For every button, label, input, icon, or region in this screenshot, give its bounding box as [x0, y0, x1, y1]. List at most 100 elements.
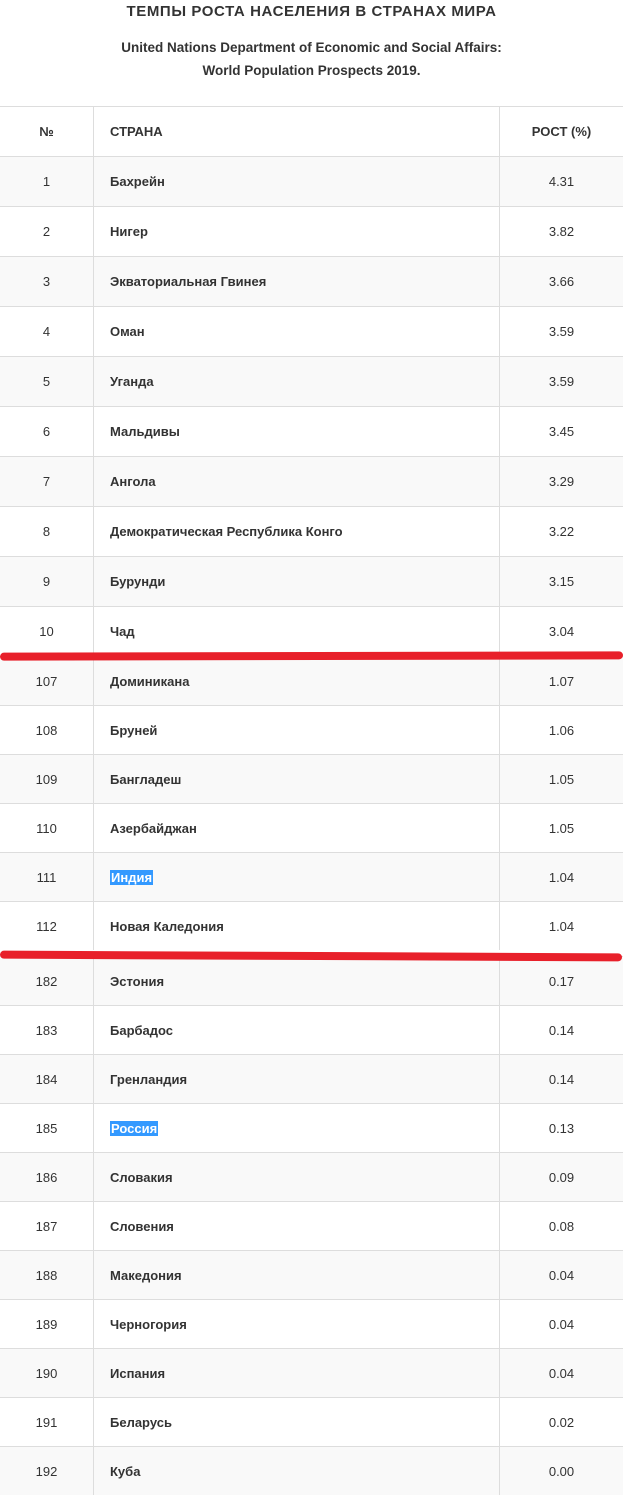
table-row: 7 Ангола 3.29 [0, 456, 623, 506]
table-row: 108 Бруней 1.06 [0, 705, 623, 754]
selected-country-text[interactable]: Россия [110, 1120, 159, 1136]
table-row: 9 Бурунди 3.15 [0, 556, 623, 606]
row-country: Беларусь [93, 1398, 499, 1446]
row-growth-value: 0.14 [499, 1006, 623, 1054]
row-country: Доминикана [93, 657, 499, 705]
row-growth-value: 4.31 [499, 157, 623, 206]
table-row: 10 Чад 3.04 [0, 606, 623, 656]
table-row: 191 Беларусь 0.02 [0, 1397, 623, 1446]
column-header-number[interactable]: № [0, 107, 93, 156]
row-growth-value: 3.29 [499, 457, 623, 506]
row-country: Словакия [93, 1153, 499, 1201]
table-row: 192 Куба 0.00 [0, 1446, 623, 1495]
row-country: Нигер [93, 207, 499, 256]
row-country: Чад [93, 607, 499, 656]
table-row: 184 Гренландия 0.14 [0, 1054, 623, 1103]
table-row: 110 Азербайджан 1.05 [0, 803, 623, 852]
row-country: Барбадос [93, 1006, 499, 1054]
row-growth-value: 3.59 [499, 357, 623, 406]
row-country: Оман [93, 307, 499, 356]
table-header-row: № СТРАНА РОСТ (%) [0, 106, 623, 156]
row-number: 7 [42, 474, 51, 489]
table-row: 109 Бангладеш 1.05 [0, 754, 623, 803]
source-line-1: United Nations Department of Economic an… [121, 40, 502, 55]
row-country: Индия [93, 853, 499, 901]
row-growth-value: 0.17 [499, 957, 623, 1005]
row-number: 186 [35, 1169, 58, 1185]
table-row: 6 Мальдивы 3.45 [0, 406, 623, 456]
row-number: 182 [35, 973, 58, 989]
row-country: Экваториальная Гвинея [93, 257, 499, 306]
row-number: 8 [42, 524, 51, 539]
table-row: 189 Черногория 0.04 [0, 1299, 623, 1348]
source-line-2: World Population Prospects 2019. [202, 63, 421, 78]
table-row: 188 Македония 0.04 [0, 1250, 623, 1299]
column-header-growth[interactable]: РОСТ (%) [499, 107, 623, 156]
row-growth-value: 1.05 [499, 804, 623, 852]
row-number: 108 [35, 722, 58, 738]
row-number: 4 [42, 324, 51, 339]
row-number: 111 [36, 869, 57, 885]
separator-line-1 [0, 651, 623, 661]
row-number: 191 [35, 1414, 58, 1430]
table-row: 112 Новая Каледония 1.04 [0, 901, 623, 950]
row-country: Бруней [93, 706, 499, 754]
row-number: 187 [35, 1218, 58, 1234]
table-row: 190 Испания 0.04 [0, 1348, 623, 1397]
row-country: Бахрейн [93, 157, 499, 206]
row-growth-value: 1.04 [499, 853, 623, 901]
table-row: 186 Словакия 0.09 [0, 1152, 623, 1201]
row-country: Россия [93, 1104, 499, 1152]
selected-country-text[interactable]: Индия [110, 869, 154, 885]
row-number: 1 [42, 174, 51, 189]
row-country: Азербайджан [93, 804, 499, 852]
row-growth-value: 0.08 [499, 1202, 623, 1250]
row-country: Ангола [93, 457, 499, 506]
row-growth-value: 3.66 [499, 257, 623, 306]
row-country: Эстония [93, 957, 499, 1005]
row-country: Македония [93, 1251, 499, 1299]
row-country: Словения [93, 1202, 499, 1250]
row-number: 184 [35, 1071, 58, 1087]
row-growth-value: 0.04 [499, 1251, 623, 1299]
row-growth-value: 0.04 [499, 1349, 623, 1397]
row-growth-value: 3.45 [499, 407, 623, 456]
row-growth-value: 0.13 [499, 1104, 623, 1152]
row-country: Мальдивы [93, 407, 499, 456]
table-row: 1 Бахрейн 4.31 [0, 156, 623, 206]
row-country: Демократическая Республика Конго [93, 507, 499, 556]
row-growth-value: 0.02 [499, 1398, 623, 1446]
table-row: 2 Нигер 3.82 [0, 206, 623, 256]
table-row: 185 Россия 0.13 [0, 1103, 623, 1152]
column-header-country[interactable]: СТРАНА [93, 107, 499, 156]
row-number: 192 [35, 1463, 58, 1479]
table-row: 107 Доминикана 1.07 [0, 656, 623, 705]
row-country: Уганда [93, 357, 499, 406]
row-number: 110 [36, 820, 57, 836]
row-number: 109 [35, 771, 58, 787]
row-growth-value: 3.22 [499, 507, 623, 556]
row-number: 2 [42, 224, 51, 239]
table-row: 5 Уганда 3.59 [0, 356, 623, 406]
row-growth-value: 1.07 [499, 657, 623, 705]
row-growth-value: 1.05 [499, 755, 623, 803]
row-growth-value: 0.00 [499, 1447, 623, 1495]
row-country: Куба [93, 1447, 499, 1495]
row-number: 5 [42, 374, 51, 389]
row-number: 188 [35, 1267, 58, 1283]
row-number: 183 [35, 1022, 58, 1038]
table-row: 182 Эстония 0.17 [0, 956, 623, 1005]
row-number: 9 [42, 574, 51, 589]
row-growth-value: 3.04 [499, 607, 623, 656]
row-country: Черногория [93, 1300, 499, 1348]
row-growth-value: 3.82 [499, 207, 623, 256]
table-row: 3 Экваториальная Гвинея 3.66 [0, 256, 623, 306]
table-row: 8 Демократическая Республика Конго 3.22 [0, 506, 623, 556]
row-number: 189 [35, 1316, 58, 1332]
row-number: 10 [39, 624, 54, 639]
row-growth-value: 0.14 [499, 1055, 623, 1103]
table-row: 183 Барбадос 0.14 [0, 1005, 623, 1054]
row-country: Новая Каледония [93, 902, 499, 950]
row-country: Бангладеш [93, 755, 499, 803]
row-country: Гренландия [93, 1055, 499, 1103]
